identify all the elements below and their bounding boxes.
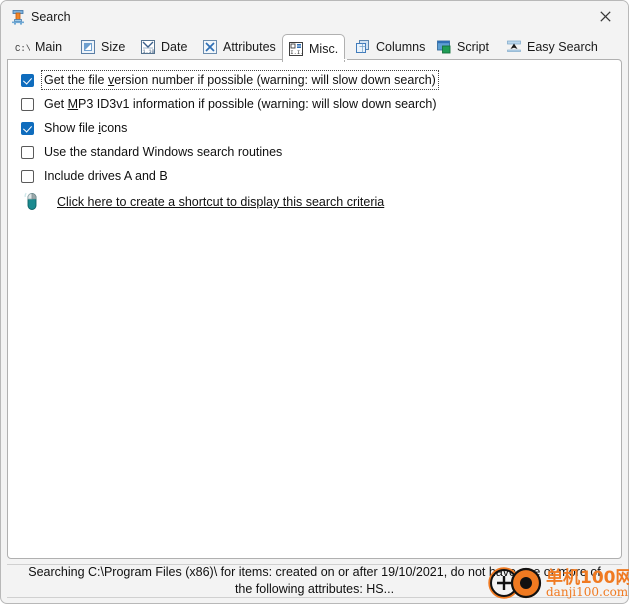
- size-box-icon: [80, 39, 96, 55]
- status-line-2: the following attributes: HS...: [234, 582, 395, 596]
- misc-icon: I.I.0: [288, 41, 308, 57]
- svg-text:1.10: 1.10: [143, 49, 155, 55]
- columns-icon: [355, 39, 371, 55]
- misc-options-panel: Get the file version number if possible …: [7, 59, 622, 559]
- label-pre: Show file: [44, 121, 99, 135]
- label-pre: Get the file: [44, 73, 108, 87]
- active-tab-seam: [283, 59, 347, 60]
- status-bar: Searching C:\Program Files (x86)\ for it…: [7, 564, 622, 598]
- label-post: P3 ID3v1 information if possible (warnin…: [78, 97, 437, 111]
- svg-text:C:\: C:\: [15, 44, 30, 54]
- script-icon: [436, 39, 452, 55]
- checkbox-show-file-icons[interactable]: [21, 121, 34, 135]
- option-mp3-id3v1[interactable]: Get MP3 ID3v1 information if possible (w…: [21, 94, 439, 114]
- tab-size[interactable]: Size: [75, 34, 131, 60]
- tab-main-label: Main: [35, 40, 63, 54]
- checkbox-standard-windows-search[interactable]: [21, 145, 34, 159]
- option-standard-windows-search-label: Use the standard Windows search routines: [44, 145, 283, 159]
- tab-attributes-label: Attributes: [223, 40, 276, 54]
- create-shortcut-link[interactable]: Click here to create a shortcut to displ…: [57, 195, 384, 209]
- label-accelerator: M: [67, 97, 79, 111]
- title-bar: Search: [1, 1, 628, 32]
- attributes-icon: [202, 39, 218, 55]
- window-title: Search: [31, 10, 71, 24]
- tab-size-label: Size: [101, 40, 126, 54]
- close-icon: [600, 11, 611, 22]
- label-post: cons: [100, 121, 128, 135]
- status-line-1: Searching C:\Program Files (x86)\ for it…: [28, 565, 601, 579]
- option-file-version-label: Get the file version number if possible …: [41, 70, 439, 90]
- tab-strip: C:\ Main Size 1.10 Date Attributes I.I. …: [1, 32, 628, 62]
- label-pre: Get: [44, 97, 68, 111]
- checkbox-mp3-id3v1[interactable]: [21, 97, 34, 111]
- easy-search-icon: [506, 39, 522, 55]
- tab-date[interactable]: 1.10 Date: [135, 34, 193, 60]
- option-mp3-id3v1-label: Get MP3 ID3v1 information if possible (w…: [42, 95, 439, 113]
- option-include-drives-a-b[interactable]: Include drives A and B: [21, 166, 170, 186]
- search-tool-icon: [10, 9, 26, 25]
- calendar-icon: 1.10: [140, 39, 156, 55]
- option-include-drives-a-b-label: Include drives A and B: [44, 169, 168, 183]
- create-shortcut-row[interactable]: Click here to create a shortcut to displ…: [22, 190, 384, 214]
- tab-columns[interactable]: Columns: [350, 34, 431, 60]
- search-window: Search C:\ Main Size 1.10 Date Attribute…: [0, 0, 629, 604]
- tab-easy-search[interactable]: Easy Search: [501, 34, 604, 60]
- tab-misc[interactable]: I.I.0 Misc.: [282, 34, 346, 62]
- tab-script-label: Script: [457, 40, 489, 54]
- close-button[interactable]: [583, 1, 628, 32]
- tab-easy-search-label: Easy Search: [527, 40, 598, 54]
- option-show-file-icons[interactable]: Show file icons: [21, 118, 129, 138]
- option-standard-windows-search[interactable]: Use the standard Windows search routines: [21, 142, 284, 162]
- svg-text:I.I.0: I.I.0: [290, 49, 304, 56]
- drive-path-icon: C:\: [14, 39, 31, 55]
- tab-misc-label: Misc.: [309, 41, 339, 56]
- tab-attributes[interactable]: Attributes: [197, 34, 282, 60]
- option-file-version[interactable]: Get the file version number if possible …: [21, 70, 439, 90]
- tab-columns-label: Columns: [376, 40, 426, 54]
- tab-date-label: Date: [161, 40, 188, 54]
- checkbox-include-drives-a-b[interactable]: [21, 169, 34, 183]
- mouse-icon: [22, 192, 42, 212]
- checkbox-file-version[interactable]: [21, 73, 34, 87]
- tab-main[interactable]: C:\ Main: [9, 34, 68, 60]
- tab-script[interactable]: Script: [431, 34, 495, 60]
- label-post: ersion number if possible (warning: will…: [114, 73, 436, 87]
- option-show-file-icons-label: Show file icons: [42, 119, 129, 137]
